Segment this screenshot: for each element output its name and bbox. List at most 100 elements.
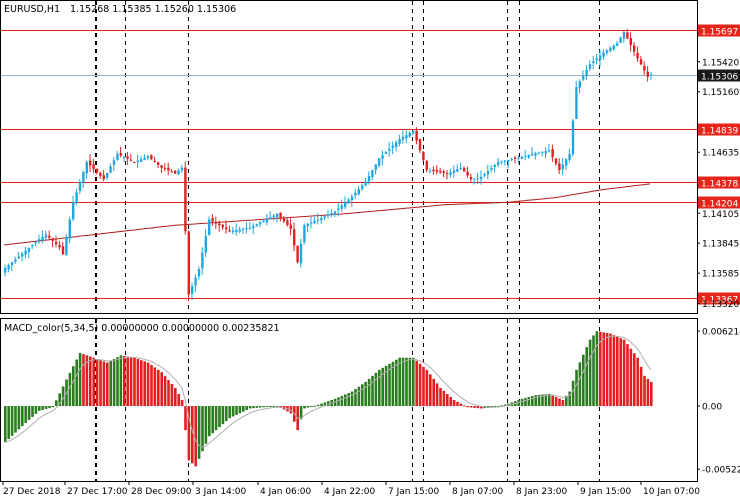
price-tick-label-4: 1.13845 (702, 240, 739, 250)
candle-body-188 (643, 65, 646, 71)
candle-body-183 (626, 32, 629, 39)
candle-body-61 (211, 217, 214, 222)
candle-body-123 (422, 151, 425, 161)
macd-bar-155 (531, 396, 534, 407)
macd-bar-124 (425, 369, 429, 407)
candle-body-168 (575, 87, 578, 120)
level-tag-text-2: 1.14378 (701, 180, 738, 190)
candle-body-189 (646, 71, 649, 77)
macd-indicator-label: MACD_color(5,34,5) 0.00000000 0.00000000… (4, 323, 280, 334)
macd-bar-10 (38, 406, 41, 411)
macd-bar-68 (235, 406, 238, 415)
macd-bar-33 (116, 357, 119, 407)
candle-body-24 (85, 162, 88, 174)
candle-body-162 (554, 158, 558, 164)
candle-body-50 (174, 170, 177, 174)
macd-bar-169 (578, 362, 582, 407)
macd-bar-91 (313, 405, 316, 407)
candle-body-0 (4, 267, 7, 273)
candle-body-82 (282, 218, 286, 222)
candle-body-74 (255, 224, 258, 226)
macd-bar-119 (408, 357, 412, 407)
candle-body-52 (180, 167, 184, 171)
candle-body-63 (218, 223, 221, 226)
candle-body-22 (78, 182, 82, 192)
macd-bar-2 (10, 406, 14, 436)
candle-body-161 (551, 149, 554, 158)
macd-bar-57 (197, 406, 201, 459)
candle-body-175 (599, 55, 602, 60)
macd-bar-39 (136, 358, 140, 407)
time-tick-label-1: 27 Dec 17:00 (67, 487, 128, 497)
price-tick-label-0: 1.15420 (702, 58, 739, 68)
candle-body-119 (408, 132, 411, 137)
current-price-tag-text: 1.15306 (701, 73, 738, 83)
candle-body-111 (381, 155, 384, 159)
macd-bar-27 (95, 358, 99, 407)
macd-bar-8 (31, 406, 34, 417)
macd-bar-122 (418, 363, 422, 407)
level-tag-text-1: 1.14839 (701, 127, 738, 137)
macd-bar-70 (242, 406, 245, 412)
macd-bar-9 (34, 406, 38, 414)
macd-bar-13 (48, 406, 51, 409)
macd-tick-label-0: 0.0062145 (702, 328, 740, 338)
macd-bar-116 (398, 357, 401, 407)
candle-body-157 (537, 152, 541, 154)
candle-body-114 (391, 145, 394, 148)
candle-body-171 (585, 69, 588, 77)
candle-body-87 (299, 243, 303, 264)
candle-body-58 (201, 252, 204, 269)
candle-body-84 (289, 224, 292, 229)
macd-bar-63 (218, 406, 221, 428)
candle-body-17 (61, 246, 65, 255)
macd-tick-label-2: -0.005228 (702, 466, 740, 476)
candle-body-75 (259, 222, 262, 225)
candle-body-12 (44, 234, 48, 238)
macd-bar-89 (306, 406, 310, 408)
macd-bar-42 (146, 362, 150, 407)
candle-body-64 (221, 224, 224, 228)
macd-bar-75 (259, 406, 262, 408)
time-tick-label-2: 28 Dec 09:00 (131, 487, 192, 497)
macd-bar-5 (21, 406, 24, 427)
candle-body-31 (109, 166, 112, 173)
macd-bar-131 (449, 396, 452, 407)
candle-body-40 (140, 159, 143, 162)
candle-body-9 (34, 242, 37, 244)
candle-body-163 (558, 163, 561, 171)
macd-bar-182 (622, 339, 626, 407)
macd-bar-67 (231, 406, 235, 417)
macd-bar-35 (123, 355, 126, 407)
candle-body-120 (412, 130, 415, 134)
candle-body-62 (214, 221, 218, 224)
candle-body-39 (136, 160, 139, 162)
candle-body-146 (500, 161, 503, 163)
candle-body-172 (588, 64, 592, 69)
macd-bar-188 (643, 375, 646, 407)
price-tick-label-3: 1.14105 (702, 210, 739, 220)
candle-body-70 (242, 228, 245, 230)
macd-bar-50 (174, 387, 177, 407)
macd-bar-60 (208, 406, 211, 437)
macd-bar-41 (143, 361, 146, 407)
macd-bar-38 (133, 357, 136, 407)
candle-body-68 (235, 229, 238, 233)
macd-bar-104 (357, 386, 361, 407)
macd-bar-7 (27, 406, 31, 420)
macd-bar-163 (558, 398, 561, 407)
candle-body-143 (490, 167, 493, 170)
candle-body-147 (503, 160, 507, 162)
candle-body-19 (68, 219, 71, 239)
candle-body-133 (456, 169, 459, 172)
candle-body-44 (153, 160, 156, 162)
candle-body-130 (446, 173, 449, 175)
candle-body-173 (592, 61, 595, 64)
candle-body-103 (354, 192, 357, 196)
chart-window[interactable]: 1.156971.148391.143781.142041.133671.153… (0, 0, 740, 500)
candle-body-93 (320, 217, 323, 221)
macd-bar-76 (262, 406, 265, 408)
macd-bar-49 (170, 384, 174, 407)
candle-body-37 (129, 159, 133, 161)
candle-body-92 (316, 219, 320, 221)
